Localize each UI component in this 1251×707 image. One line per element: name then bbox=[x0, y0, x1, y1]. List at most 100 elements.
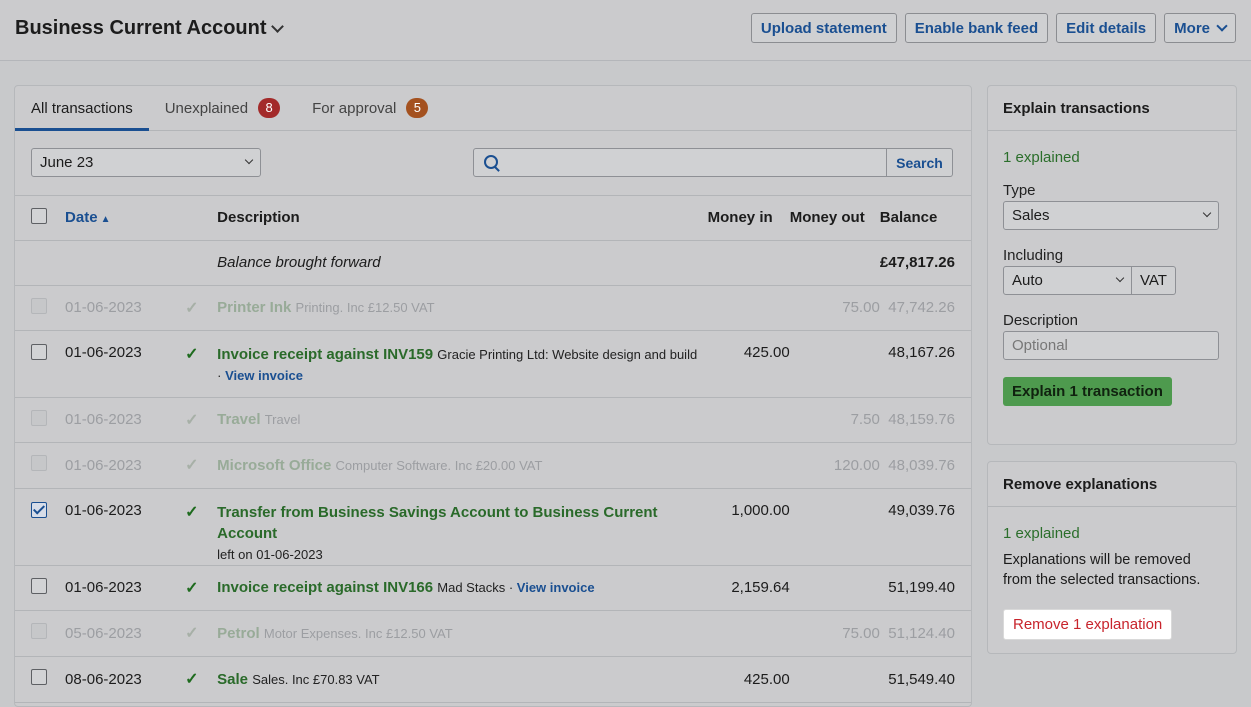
sort-asc-icon: ▲ bbox=[100, 214, 111, 226]
table-row[interactable]: 01-06-2023 ✓ Printer Ink Printing. Inc £… bbox=[15, 285, 971, 330]
type-select[interactable]: Sales bbox=[1003, 201, 1219, 230]
row-title[interactable]: Sale bbox=[217, 671, 248, 688]
including-value: Auto bbox=[1012, 272, 1043, 289]
money-out-column-header: Money out bbox=[789, 209, 865, 227]
explained-check-icon: ✓ bbox=[185, 503, 199, 521]
row-subtitle: Motor Expenses. Inc £12.50 VAT bbox=[263, 625, 453, 641]
table-row[interactable]: 05-06-2023 ✓ Petrol Motor Expenses. Inc … bbox=[15, 610, 971, 656]
remove-body: 1 explained Explanations will be removed… bbox=[988, 507, 1236, 640]
explained-check-icon: ✓ bbox=[185, 411, 199, 429]
tab-label: All transactions bbox=[31, 99, 133, 117]
row-money-in: 1,000.00 bbox=[731, 501, 790, 519]
row-money-in: 425.00 bbox=[743, 670, 790, 688]
row-subtitle: Travel bbox=[264, 412, 301, 427]
balance-column-header: Balance bbox=[879, 209, 938, 227]
row-date: 01-06-2023 bbox=[65, 411, 142, 428]
row-balance: 51,124.40 bbox=[888, 624, 955, 642]
row-balance: 51,549.40 bbox=[888, 670, 955, 688]
row-money-in bbox=[708, 610, 790, 656]
type-value: Sales bbox=[1012, 207, 1050, 224]
search-label: Search bbox=[896, 154, 943, 171]
row-date: 01-06-2023 bbox=[65, 579, 142, 596]
account-title-dropdown[interactable]: Business Current Account bbox=[15, 17, 284, 40]
row-balance: 49,039.76 bbox=[888, 501, 955, 519]
enable-bank-feed-button[interactable]: Enable bank feed bbox=[904, 13, 1049, 43]
including-select[interactable]: Auto bbox=[1003, 266, 1132, 295]
search-icon bbox=[484, 155, 498, 169]
remove-explanation-button[interactable]: Remove 1 explanation bbox=[1003, 609, 1173, 640]
upload-statement-label: Upload statement bbox=[760, 19, 887, 37]
select-all-checkbox[interactable] bbox=[31, 207, 47, 224]
row-checkbox[interactable] bbox=[31, 501, 47, 518]
row-balance: 48,159.76 bbox=[888, 411, 955, 428]
transactions-table: Date ▲ Description Money in Money out Bal… bbox=[15, 196, 971, 703]
row-date: 01-06-2023 bbox=[65, 343, 142, 361]
table-row[interactable]: 01-06-2023 ✓ Invoice receipt against INV… bbox=[15, 565, 971, 610]
row-title[interactable]: Travel bbox=[217, 411, 260, 428]
tab-unexplained[interactable]: Unexplained 8 bbox=[149, 86, 296, 130]
view-invoice-link[interactable]: View invoice bbox=[517, 580, 595, 595]
vat-addon: VAT bbox=[1132, 266, 1176, 295]
chevron-down-icon bbox=[1216, 19, 1228, 32]
approval-count-badge: 5 bbox=[406, 98, 429, 118]
row-checkbox[interactable] bbox=[31, 577, 47, 594]
row-balance: 48,039.76 bbox=[888, 456, 955, 474]
explained-check-icon: ✓ bbox=[185, 299, 199, 317]
explained-check-icon: ✓ bbox=[185, 345, 199, 363]
table-row[interactable]: 01-06-2023 ✓ Transfer from Business Savi… bbox=[15, 488, 971, 565]
row-money-out: 75.00 bbox=[842, 624, 880, 642]
row-title[interactable]: Petrol bbox=[217, 625, 260, 642]
row-money-out: 7.50 bbox=[850, 411, 880, 428]
view-invoice-link[interactable]: View invoice bbox=[225, 368, 303, 383]
tab-all-transactions[interactable]: All transactions bbox=[15, 86, 149, 131]
row-title[interactable]: Invoice receipt against INV166 bbox=[217, 579, 433, 596]
explain-body: 1 explained Type Sales Including Auto VA… bbox=[988, 131, 1236, 406]
row-checkbox[interactable] bbox=[31, 455, 47, 471]
row-money-out bbox=[790, 330, 880, 397]
search-input[interactable] bbox=[473, 148, 887, 177]
tab-label: Unexplained bbox=[164, 99, 249, 117]
row-money-out bbox=[790, 565, 880, 610]
table-row[interactable]: 01-06-2023 ✓ Travel Travel 7.50 48,159.7… bbox=[15, 397, 971, 442]
tab-for-approval[interactable]: For approval 5 bbox=[296, 86, 444, 130]
enable-bank-feed-label: Enable bank feed bbox=[914, 19, 1039, 37]
row-title[interactable]: Microsoft Office bbox=[217, 457, 331, 474]
row-balance: 47,742.26 bbox=[888, 299, 955, 316]
row-money-out: 120.00 bbox=[833, 456, 880, 474]
explain-transaction-button[interactable]: Explain 1 transaction bbox=[1003, 377, 1172, 406]
explained-check-icon: ✓ bbox=[185, 671, 199, 688]
remove-description: Explanations will be removed from the se… bbox=[1003, 552, 1201, 588]
date-column-header[interactable]: Date ▲ bbox=[65, 196, 185, 240]
row-subtitle: left on 01-06-2023 bbox=[217, 546, 323, 562]
table-row[interactable]: 01-06-2023 ✓ Microsoft Office Computer S… bbox=[15, 442, 971, 488]
search-button[interactable]: Search bbox=[887, 148, 953, 177]
row-checkbox[interactable] bbox=[31, 297, 47, 314]
description-label: Description bbox=[1003, 312, 1079, 329]
row-checkbox[interactable] bbox=[31, 409, 47, 426]
table-row[interactable]: 08-06-2023 ✓ Sale Sales. Inc £70.83 VAT … bbox=[15, 656, 971, 702]
row-subtitle: Printing. Inc £12.50 VAT bbox=[295, 300, 435, 315]
explained-check-icon: ✓ bbox=[185, 579, 199, 597]
more-button[interactable]: More bbox=[1164, 13, 1236, 43]
row-title[interactable]: Printer Ink bbox=[217, 299, 291, 316]
upload-statement-button[interactable]: Upload statement bbox=[750, 13, 897, 43]
row-money-in bbox=[708, 397, 790, 442]
row-money-out bbox=[790, 656, 880, 702]
chevron-down-icon bbox=[1202, 208, 1212, 218]
row-checkbox[interactable] bbox=[31, 623, 47, 639]
chevron-down-icon bbox=[1115, 273, 1125, 283]
row-money-in: 2,159.64 bbox=[731, 579, 790, 596]
row-checkbox[interactable] bbox=[31, 343, 47, 360]
description-column-header: Description bbox=[217, 209, 300, 227]
row-subtitle: Sales. Inc £70.83 VAT bbox=[252, 671, 380, 687]
edit-details-button[interactable]: Edit details bbox=[1056, 13, 1157, 43]
brought-forward-label: Balance brought forward bbox=[217, 254, 381, 271]
row-title[interactable]: Transfer from Business Savings Account t… bbox=[217, 504, 657, 542]
row-title[interactable]: Invoice receipt against INV159 bbox=[217, 346, 433, 363]
table-row[interactable]: 01-06-2023 ✓ Invoice receipt against INV… bbox=[15, 330, 971, 397]
row-checkbox[interactable] bbox=[31, 669, 47, 685]
row-date: 08-06-2023 bbox=[65, 670, 142, 688]
row-date: 05-06-2023 bbox=[65, 624, 142, 642]
description-input[interactable]: Optional bbox=[1003, 331, 1219, 360]
month-select[interactable]: June 23 bbox=[31, 148, 261, 177]
